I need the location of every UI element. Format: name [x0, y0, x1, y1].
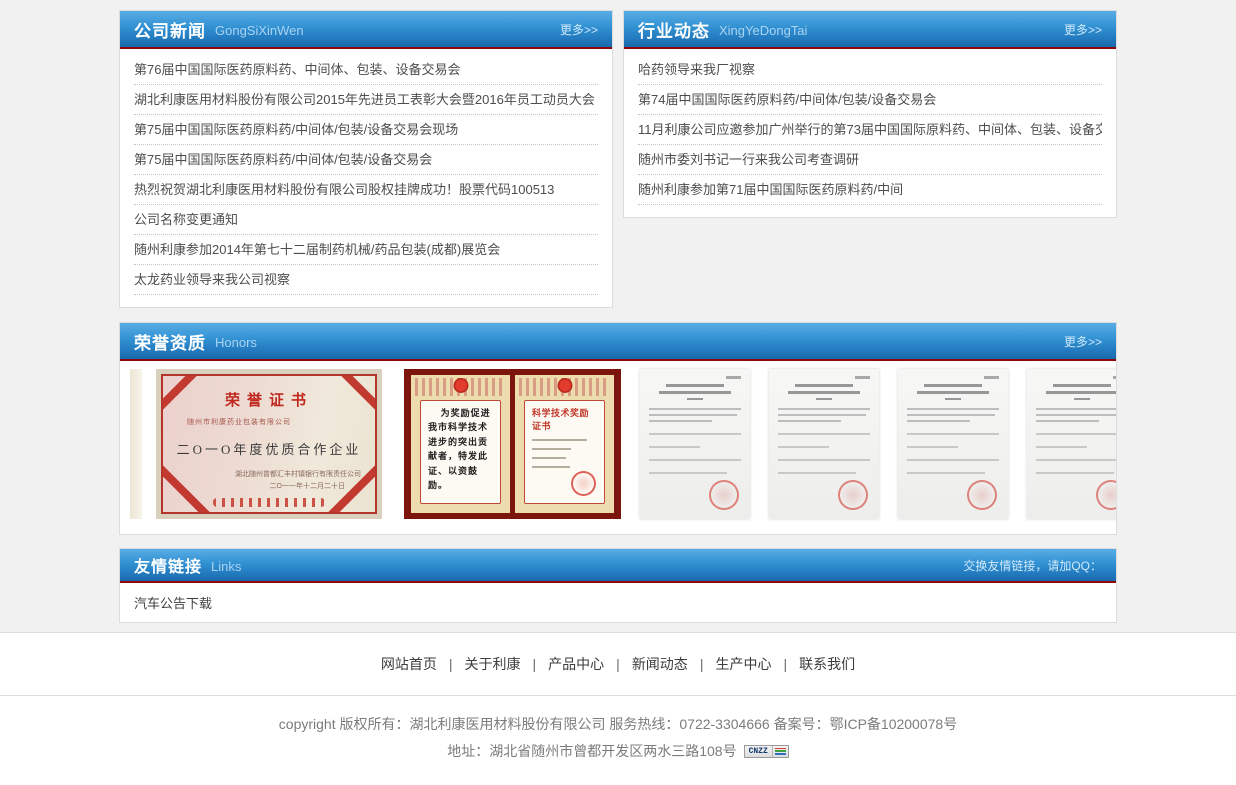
company-news-item[interactable]: 第75届中国国际医药原料药/中间体/包装/设备交易会: [134, 145, 598, 175]
document-paragraph-lines: [649, 408, 741, 422]
document-heading-lines: [778, 384, 870, 400]
industry-news-header: 行业动态 XingYeDongTai 更多>>: [624, 11, 1116, 49]
panel-links: 友情链接 Links 交换友情链接，请加QQ： 汽车公告下载: [119, 548, 1117, 623]
friend-link[interactable]: 汽车公告下载: [134, 593, 212, 612]
company-news-more-link[interactable]: 更多>>: [560, 21, 598, 38]
national-emblem-icon: [557, 378, 572, 393]
company-news-item[interactable]: 第75届中国国际医药原料药/中间体/包装/设备交易会现场: [134, 115, 598, 145]
document-paragraph-lines: [907, 408, 999, 422]
document-field-lines: [778, 433, 870, 474]
footer-nav-link[interactable]: 产品中心: [548, 654, 632, 674]
document-code: [1113, 376, 1116, 379]
certificate-photo-document[interactable]: [898, 369, 1008, 519]
industry-news-item[interactable]: 随州市委刘书记一行来我公司考查调研: [638, 145, 1102, 175]
panel-company-news: 公司新闻 GongSiXinWen 更多>> 第76届中国国际医药原料药、中间体…: [119, 10, 613, 308]
award-certificate-title: 科学技术奖励证书: [532, 406, 597, 432]
award-citation-text: 为奖励促进我市科学技术进步的突出贡献者，特发此证、以资鼓励。: [428, 406, 493, 492]
document-field-lines: [907, 433, 999, 474]
footer-nav-link[interactable]: 新闻动态: [632, 654, 716, 674]
footer-nav-band: 网站首页关于利康产品中心新闻动态生产中心联系我们: [0, 632, 1236, 696]
honors-carousel: 荣誉证书 随州市利康药业包装有限公司 二O一O年度优质合作企业 湖北随州曾都汇丰…: [120, 361, 1116, 534]
panel-honors: 荣誉资质 Honors 更多>> 荣誉证书 随州市利康药业包装有限公司 二O一O…: [119, 322, 1117, 535]
document-paragraph-lines: [1036, 408, 1116, 422]
award-book-right-page: 科学技术奖励证书: [515, 375, 614, 513]
industry-news-list: 哈药领导来我厂视察第74届中国国际医药原料药/中间体/包装/设备交易会11月利康…: [624, 49, 1116, 217]
links-title: 友情链接: [134, 553, 202, 577]
copyright-text: copyright 版权所有：湖北利康医用材料股份有限公司 服务热线：0722-…: [0, 714, 1236, 734]
honor-certificate-body: 二O一O年度优质合作企业: [163, 439, 375, 458]
left-page-panel: 为奖励促进我市科学技术进步的突出贡献者，特发此证、以资鼓励。: [420, 400, 501, 504]
links-header: 友情链接 Links 交换友情链接，请加QQ：: [120, 549, 1116, 583]
red-stamp-icon: [967, 480, 997, 510]
red-stamp-icon: [1096, 480, 1116, 510]
honors-more-link[interactable]: 更多>>: [1064, 333, 1102, 350]
company-news-item[interactable]: 热烈祝贺湖北利康医用材料股份有限公司股权挂牌成功！股票代码100513: [134, 175, 598, 205]
industry-news-more-link[interactable]: 更多>>: [1064, 21, 1102, 38]
company-news-item[interactable]: 湖北利康医用材料股份有限公司2015年先进员工表彰大会暨2016年员工动员大会: [134, 85, 598, 115]
company-news-item[interactable]: 随州利康参加2014年第七十二届制药机械/药品包装(成都)展览会: [134, 235, 598, 265]
industry-news-title: 行业动态: [638, 17, 710, 42]
cnzz-badge-label: CNZZ: [745, 746, 772, 757]
links-subtitle: Links: [211, 559, 241, 574]
cnzz-stats-badge[interactable]: CNZZ: [744, 745, 789, 758]
national-emblem-icon: [453, 378, 468, 393]
honors-title: 荣誉资质: [134, 329, 206, 354]
certificate-photo-document[interactable]: [640, 369, 750, 519]
honor-certificate-recipient: 随州市利康药业包装有限公司: [187, 417, 375, 427]
honor-certificate-date: 二O一一年十二月二十日: [163, 481, 375, 491]
company-news-item[interactable]: 公司名称变更通知: [134, 205, 598, 235]
company-news-subtitle: GongSiXinWen: [215, 23, 304, 38]
document-code: [984, 376, 999, 379]
document-code: [726, 376, 741, 379]
company-news-item[interactable]: 第76届中国国际医药原料药、中间体、包装、设备交易会: [134, 55, 598, 85]
document-heading-lines: [907, 384, 999, 400]
footer-nav-link[interactable]: 联系我们: [799, 654, 855, 674]
fine-print-lines: [532, 439, 597, 468]
industry-news-item[interactable]: 随州利康参加第71届中国国际医药原料药/中间: [638, 175, 1102, 205]
honors-subtitle: Honors: [215, 335, 257, 350]
certificate-photo-award-book[interactable]: 为奖励促进我市科学技术进步的突出贡献者，特发此证、以资鼓励。 科学技术奖励证书: [404, 369, 621, 519]
document-heading-lines: [1036, 384, 1116, 400]
cnzz-stripes-icon: [772, 746, 788, 757]
honor-certificate-title: 荣誉证书: [163, 389, 375, 410]
industry-news-item[interactable]: 第74届中国国际医药原料药/中间体/包装/设备交易会: [638, 85, 1102, 115]
industry-news-item[interactable]: 哈药领导来我厂视察: [638, 55, 1102, 85]
flourish-decoration: [213, 498, 325, 507]
main-content-area: 公司新闻 GongSiXinWen 更多>> 第76届中国国际医药原料药、中间体…: [0, 0, 1236, 632]
document-code: [855, 376, 870, 379]
industry-news-item[interactable]: 11月利康公司应邀参加广州举行的第73届中国国际原料药、中间体、包装、设备交易会: [638, 115, 1102, 145]
footer-nav: 网站首页关于利康产品中心新闻动态生产中心联系我们: [381, 654, 855, 674]
red-stamp-icon: [709, 480, 739, 510]
document-heading-lines: [649, 384, 741, 400]
honor-certificate-paper: 荣誉证书 随州市利康药业包装有限公司 二O一O年度优质合作企业 湖北随州曾都汇丰…: [161, 374, 377, 514]
document-paragraph-lines: [778, 408, 870, 422]
honor-certificate-issuer: 湖北随州曾都汇丰村镇银行有限责任公司: [163, 469, 375, 479]
footer-nav-link[interactable]: 网站首页: [381, 654, 465, 674]
industry-news-subtitle: XingYeDongTai: [719, 23, 807, 38]
document-field-lines: [649, 433, 741, 474]
footer-nav-link[interactable]: 关于利康: [465, 654, 549, 674]
panel-industry-news: 行业动态 XingYeDongTai 更多>> 哈药领导来我厂视察第74届中国国…: [623, 10, 1117, 218]
right-page-panel: 科学技术奖励证书: [524, 400, 605, 504]
address-text: 地址：湖北省随州市曾都开发区两水三路108号: [447, 741, 736, 761]
document-field-lines: [1036, 433, 1116, 474]
company-news-list: 第76届中国国际医药原料药、中间体、包装、设备交易会湖北利康医用材料股份有限公司…: [120, 49, 612, 307]
award-book-left-page: 为奖励促进我市科学技术进步的突出贡献者，特发此证、以资鼓励。: [411, 375, 510, 513]
company-news-title: 公司新闻: [134, 17, 206, 42]
links-exchange-note: 交换友情链接，请加QQ：: [963, 557, 1102, 574]
certificate-photo-honor[interactable]: 荣誉证书 随州市利康药业包装有限公司 二O一O年度优质合作企业 湖北随州曾都汇丰…: [156, 369, 382, 519]
red-stamp-icon: [838, 480, 868, 510]
company-news-header: 公司新闻 GongSiXinWen 更多>>: [120, 11, 612, 49]
footer: copyright 版权所有：湖北利康医用材料股份有限公司 服务热线：0722-…: [0, 696, 1236, 785]
links-list: 汽车公告下载: [120, 583, 1116, 622]
company-news-item[interactable]: 太龙药业领导来我公司视察: [134, 265, 598, 295]
certificate-photo-document[interactable]: [1027, 369, 1116, 519]
footer-nav-link[interactable]: 生产中心: [715, 654, 799, 674]
red-seal-icon: [571, 471, 596, 496]
honors-header: 荣誉资质 Honors 更多>>: [120, 323, 1116, 361]
certificate-photo-partial: [130, 369, 142, 519]
certificate-photo-document[interactable]: [769, 369, 879, 519]
